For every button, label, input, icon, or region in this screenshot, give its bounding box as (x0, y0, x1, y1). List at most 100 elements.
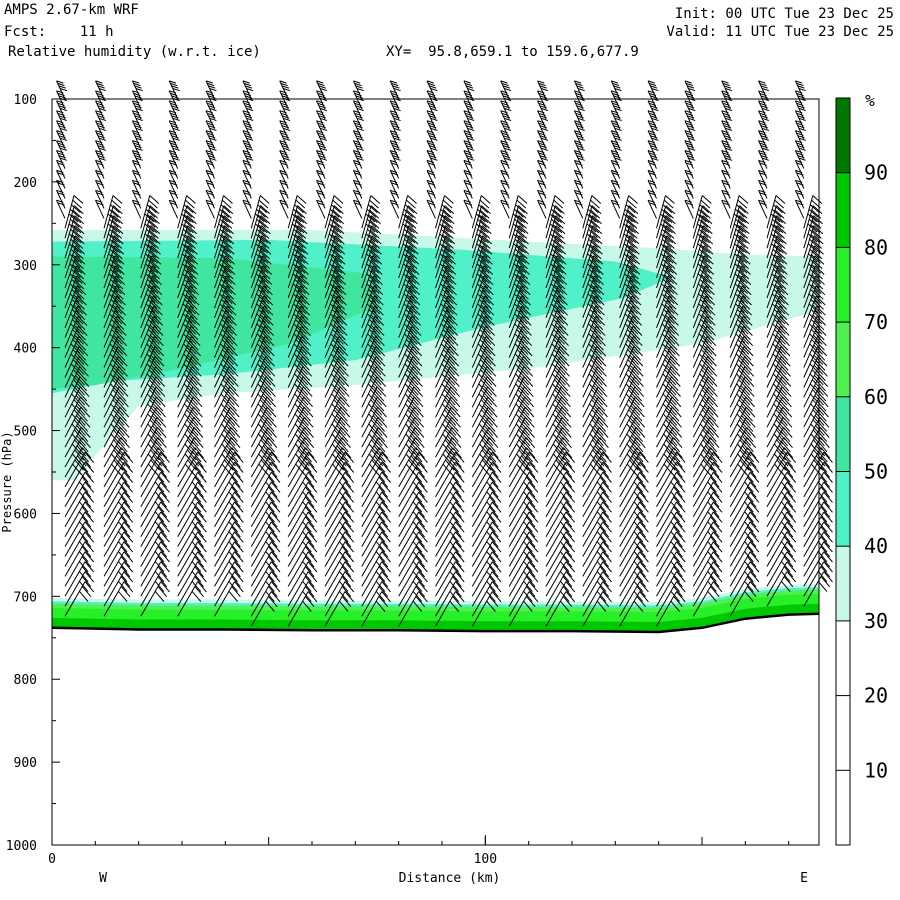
wind-barb (471, 205, 491, 239)
wind-barb (352, 140, 364, 159)
wind-barb (242, 110, 254, 130)
wind-barb (95, 159, 105, 179)
wind-barb (508, 205, 528, 239)
wind-barb (729, 195, 749, 229)
wind-barb (168, 189, 179, 209)
wind-barb (95, 189, 105, 209)
wind-barb (684, 179, 694, 199)
wind-barb (352, 169, 363, 189)
wind-barb (647, 169, 657, 189)
wind-barb (352, 110, 364, 130)
wind-barb (721, 199, 731, 219)
wind-barb (573, 120, 585, 140)
wind-barb (205, 189, 215, 209)
wind-barb (131, 169, 142, 189)
wind-barb (316, 169, 326, 189)
wind-barb (56, 169, 66, 189)
y-tick-label: 500 (14, 425, 37, 440)
x-tick-label: 100 (474, 852, 497, 867)
wind-barb (500, 199, 510, 219)
wind-barb (500, 169, 510, 189)
wind-barb (426, 179, 436, 199)
wind-barb (389, 159, 400, 179)
y-axis-label: Pressure (hPa) (0, 431, 14, 532)
wind-barb (766, 195, 786, 229)
colorbar-band (836, 396, 850, 472)
wind-barb (316, 159, 326, 179)
wind-barb (352, 179, 363, 199)
wind-barb (500, 159, 510, 179)
colorbar-band (836, 172, 850, 248)
wind-barb (573, 150, 585, 169)
wind-barb (794, 120, 806, 140)
wind-barb (140, 195, 160, 229)
wind-barb (131, 199, 142, 219)
wind-barb (242, 189, 252, 209)
x-axis-label: Distance (km) (399, 871, 501, 886)
wind-barb (168, 150, 180, 169)
wind-barb (435, 205, 455, 239)
wind-barb-column (758, 80, 797, 607)
wind-barb (389, 199, 400, 219)
wind-barb (316, 199, 326, 219)
wind-barb (205, 199, 215, 219)
wind-barb (131, 159, 142, 179)
wind-barb (287, 195, 307, 229)
wind-barb (656, 195, 675, 229)
wind-barb (573, 110, 585, 130)
wind-barb (435, 195, 454, 229)
distance-axis: 0 100 Distance (km) W E (48, 835, 808, 886)
wind-barb (729, 215, 750, 249)
wind-barb (95, 169, 105, 189)
colorbar-band (836, 98, 850, 173)
colorbar-tick-label: 70 (864, 310, 888, 334)
wind-barb (766, 205, 786, 239)
wind-barb (758, 189, 768, 209)
wind-barb (794, 100, 806, 120)
wind-barb (168, 159, 179, 179)
wind-barb (242, 130, 254, 149)
wind-barb (279, 179, 289, 199)
wind-barb (684, 100, 696, 120)
wind-barb (56, 199, 66, 219)
wind-barb (95, 179, 105, 199)
wind-barb (316, 189, 326, 209)
wind-barb (131, 150, 143, 169)
wind-barb (242, 80, 254, 100)
wind-barb (242, 179, 252, 199)
wind-barb (95, 150, 107, 169)
wind-barb (352, 120, 364, 140)
wind-barb (131, 100, 143, 120)
wind-barb (324, 195, 344, 229)
wind-barb (242, 169, 252, 189)
wind-barb (758, 199, 768, 219)
wind-barb (794, 169, 805, 189)
wind-barb (463, 140, 475, 159)
wind-barb (794, 199, 805, 219)
wind-barb (352, 199, 363, 219)
wind-barb (573, 159, 584, 179)
wind-barb-column (684, 80, 723, 617)
colorbar-tick-label: 10 (864, 758, 888, 782)
wind-barb (426, 150, 438, 169)
wind-barb (56, 159, 66, 179)
wind-barb (316, 150, 328, 169)
wind-barb (426, 169, 436, 189)
wind-barb (647, 189, 657, 209)
wind-barb (131, 130, 143, 149)
wind-barb (463, 100, 475, 120)
wind-barb (398, 195, 417, 229)
wind-barb (352, 189, 363, 209)
wind-barb (721, 150, 733, 169)
wind-barb (758, 159, 768, 179)
wind-barb (684, 110, 696, 130)
wind-barb (537, 199, 547, 219)
colorbar-tick-label: 80 (864, 235, 888, 259)
wind-barb (656, 205, 676, 239)
wind-barb (316, 179, 326, 199)
wind-barb (582, 205, 602, 239)
wind-barb (619, 215, 639, 249)
wind-barb (463, 130, 475, 149)
wind-barb (463, 80, 475, 100)
wind-barb (794, 179, 805, 199)
